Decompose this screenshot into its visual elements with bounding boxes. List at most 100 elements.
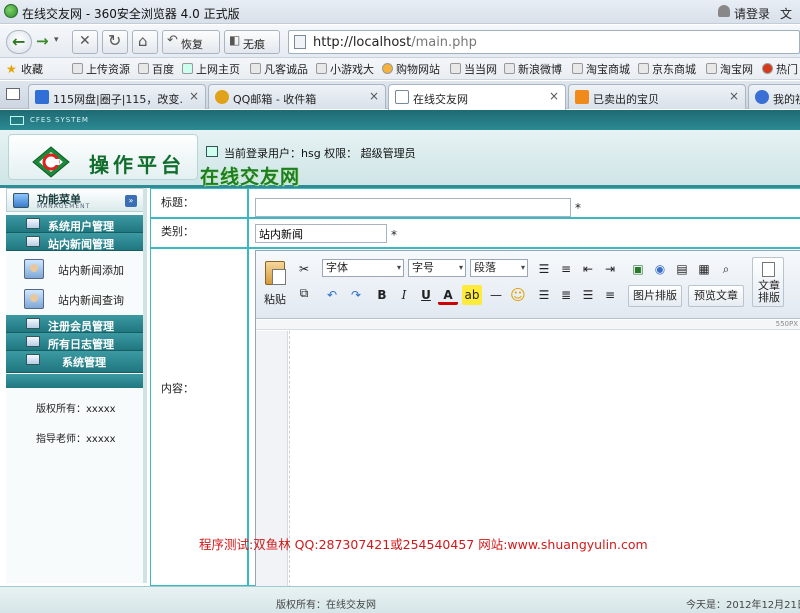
refresh-button[interactable]: [102, 30, 128, 54]
bookmark-item[interactable]: 上传资源: [72, 61, 130, 77]
insert-media-icon[interactable]: ◉: [650, 259, 670, 279]
tab-menu-icon[interactable]: [6, 88, 20, 100]
bookmark-item[interactable]: 购物网站: [382, 61, 440, 77]
emoticon-icon[interactable]: ☺: [508, 285, 528, 305]
tab-video[interactable]: 我的视: [748, 84, 800, 109]
page-icon: [572, 63, 583, 74]
paragraph-select[interactable]: 段落 ▾: [470, 259, 528, 277]
qqmail-icon: [215, 90, 229, 104]
menu-category-members[interactable]: 注册会员管理: [6, 315, 146, 333]
system-tag: CFES SYSTEM: [30, 116, 89, 124]
highlight-icon[interactable]: ab: [462, 285, 482, 305]
user-icon[interactable]: [718, 5, 730, 17]
menu-subtitle: MANAGEMENT: [37, 203, 91, 210]
web-page: CFES SYSTEM 操作平台 当前登录用户：hsg 权限： 超级管理员 在线…: [0, 110, 800, 613]
close-icon[interactable]: ×: [369, 89, 379, 103]
user-card-icon: [24, 289, 44, 309]
restore-button[interactable]: ↶ 恢复: [162, 30, 220, 54]
sidebar-scrollbar[interactable]: [143, 188, 147, 583]
image-layout-button[interactable]: 图片排版: [628, 285, 682, 307]
font-color-button[interactable]: A: [438, 285, 458, 305]
login-link[interactable]: 请登录: [734, 5, 770, 22]
folder-icon: [26, 354, 40, 365]
collapse-icon[interactable]: »: [125, 195, 137, 207]
bookmark-item[interactable]: 当当网: [450, 61, 497, 77]
align-center-icon[interactable]: ≣: [556, 285, 576, 305]
page-icon: [316, 63, 327, 74]
bookmark-item[interactable]: 淘宝商城: [572, 61, 630, 77]
bookmark-item[interactable]: 热门: [762, 61, 798, 77]
tab-active-site[interactable]: 在线交友网 ×: [388, 84, 566, 110]
restore-label: 恢复: [181, 38, 203, 51]
browser-logo-icon: [4, 4, 18, 18]
bookmark-item[interactable]: 凡客诚品: [250, 61, 308, 77]
font-family-select[interactable]: 字体 ▾: [322, 259, 404, 277]
required-mark: *: [575, 201, 581, 215]
title-input[interactable]: [255, 198, 571, 217]
address-url[interactable]: http://localhost/main.php: [313, 35, 477, 50]
italic-button[interactable]: I: [394, 285, 414, 305]
menu-item-news-add[interactable]: 站内新闻添加: [6, 253, 146, 283]
tab-qqmail[interactable]: QQ邮箱 - 收件箱 ×: [208, 84, 386, 109]
menu-category-site-news[interactable]: 站内新闻管理: [6, 233, 146, 251]
insert-table-icon[interactable]: ▤: [672, 259, 692, 279]
bookmark-favorites[interactable]: ★ 收藏: [6, 61, 43, 77]
insert-special-icon[interactable]: ▦: [694, 259, 714, 279]
tab-label: 我的视: [773, 93, 800, 106]
cut-icon[interactable]: ✂: [294, 259, 314, 279]
preview-article-button[interactable]: 预览文章: [688, 285, 744, 307]
category-input[interactable]: [255, 224, 387, 243]
search-icon[interactable]: ⌕: [716, 259, 736, 279]
insert-image-icon[interactable]: ▣: [628, 259, 648, 279]
undo-icon[interactable]: ↶: [322, 285, 342, 305]
horizontal-rule-icon[interactable]: —: [486, 285, 506, 305]
page-icon: [504, 63, 515, 74]
bookmark-item[interactable]: 上网主页: [182, 61, 240, 77]
home-button[interactable]: [132, 30, 158, 54]
bookmark-item[interactable]: 小游戏大: [316, 61, 374, 77]
indent-icon[interactable]: ⇥: [600, 259, 620, 279]
align-right-icon[interactable]: ☰: [578, 285, 598, 305]
close-icon[interactable]: ×: [189, 89, 199, 103]
menu-category-logs[interactable]: 所有日志管理: [6, 333, 146, 351]
required-mark: *: [391, 228, 397, 242]
tab-sold-items[interactable]: 已卖出的宝贝 ×: [568, 84, 746, 109]
paste-button[interactable]: 粘贴: [262, 261, 290, 309]
title-label: 标题：: [151, 189, 249, 217]
bold-button[interactable]: B: [372, 285, 392, 305]
bookmark-item[interactable]: 百度: [138, 61, 174, 77]
taobao-icon: [575, 90, 589, 104]
address-bar[interactable]: http://localhost/main.php: [288, 30, 800, 54]
redo-icon[interactable]: ↷: [346, 285, 366, 305]
page-icon: [138, 63, 149, 74]
copy-icon[interactable]: ⧉: [294, 283, 314, 303]
stop-button[interactable]: [72, 30, 98, 54]
tab-115[interactable]: 115网盘|圈子|115，改变… ×: [28, 84, 206, 109]
align-justify-icon[interactable]: ≡: [600, 285, 620, 305]
back-button[interactable]: [6, 30, 32, 54]
article-layout-button[interactable]: 文章排版: [752, 257, 784, 307]
ordered-list-icon[interactable]: ☰: [534, 259, 554, 279]
forward-button[interactable]: [34, 30, 66, 54]
align-left-icon[interactable]: ☰: [534, 285, 554, 305]
private-mode-button[interactable]: ◧ 无痕: [224, 30, 280, 54]
tab-strip: 115网盘|圈子|115，改变… × QQ邮箱 - 收件箱 × 在线交友网 × …: [0, 81, 800, 110]
site-115-icon: [35, 90, 49, 104]
menu-category-system-users[interactable]: 系统用户管理: [6, 215, 146, 233]
close-icon[interactable]: ×: [549, 89, 559, 103]
menu-category-system[interactable]: 系统管理: [6, 351, 146, 373]
font-size-select[interactable]: 字号 ▾: [408, 259, 466, 277]
bookmarks-bar: ★ 收藏 上传资源 百度 上网主页 凡客诚品 小游戏大 购物网站 当当网 新浪微博…: [0, 58, 800, 80]
menu-item-news-query[interactable]: 站内新闻查询: [6, 283, 146, 313]
video-icon: [755, 90, 769, 104]
bookmark-item[interactable]: 淘宝网: [706, 61, 753, 77]
bookmark-item[interactable]: 京东商城: [638, 61, 696, 77]
fire-icon: [762, 63, 773, 74]
close-icon[interactable]: ×: [729, 89, 739, 103]
underline-button[interactable]: U: [416, 285, 436, 305]
outdent-icon[interactable]: ⇤: [578, 259, 598, 279]
undo-icon: ↶: [167, 33, 178, 48]
bookmark-item[interactable]: 新浪微博: [504, 61, 562, 77]
user-card-icon: [24, 259, 44, 279]
unordered-list-icon[interactable]: ≡: [556, 259, 576, 279]
